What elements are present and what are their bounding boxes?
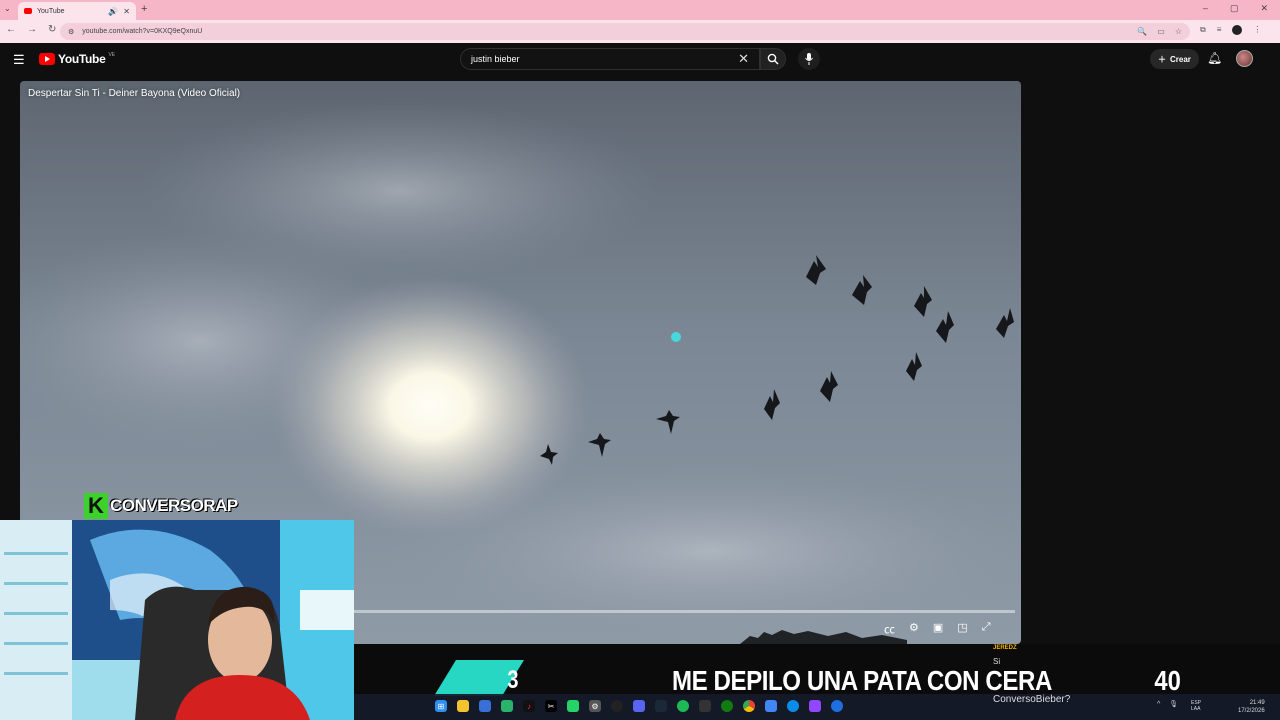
twitch-icon[interactable] [809,700,821,712]
microphone-tray-icon[interactable]: 🎙︎ [1169,700,1178,708]
country-code: VE [108,52,116,58]
app-icon[interactable] [831,700,843,712]
new-tab-button[interactable]: + [141,3,147,15]
window-controls: – ▢ ✕ [1203,3,1268,14]
youtube-favicon-icon [24,8,32,14]
hamburger-menu-icon[interactable]: ☰ [13,52,25,68]
video-title: Despertar Sin Ti - Deiner Bayona (Video … [28,88,241,99]
video-controls: ㏄ ⚙ ▣ ◳ ⤢ [884,621,991,637]
tray-chevron-icon[interactable]: ^ [1157,701,1160,708]
tab-title: YouTube [37,7,65,15]
chrome-icon[interactable] [743,700,755,712]
bookmark-star-icon[interactable]: ☆ [1175,27,1182,36]
nav-buttons: ← → ↻ [6,24,56,35]
settings-gear-icon[interactable]: ⚙ [909,621,919,637]
webcam-feed [0,520,354,720]
whatsapp-icon[interactable] [567,700,579,712]
address-bar[interactable]: ⚙ youtube.com/watch?v=0KXQ9eQxnuU 🔍 ▭ ☆ [60,23,1190,40]
microphone-icon [805,53,813,65]
notes-icon[interactable] [501,700,513,712]
brand-name: CONVERSORAP [110,496,238,515]
tab-search-icon[interactable]: ⌄ [4,4,11,13]
subtitles-icon[interactable]: ㏄ [884,621,895,637]
fullscreen-icon[interactable]: ⤢ [982,621,991,637]
taskbar-clock[interactable]: 21:49 17/2/2026 [1238,699,1265,715]
search-button[interactable] [760,48,786,70]
ticker-counter: 40 [1154,665,1181,696]
streamer-brand-logo: K CONVERSORAP [84,493,238,519]
minimize-button[interactable]: – [1203,3,1208,14]
close-window-button[interactable]: ✕ [1260,3,1268,14]
docs-icon[interactable] [765,700,777,712]
browser-tab-bar [0,0,1280,20]
capcut-icon[interactable]: ✂ [545,700,557,712]
webcam-image [0,520,354,720]
create-button[interactable]: ＋ Crear [1150,49,1199,69]
terminal-icon[interactable] [699,700,711,712]
maximize-button[interactable]: ▢ [1230,3,1239,14]
search-icon [767,53,779,65]
video-progress-bar[interactable] [353,610,1015,613]
language-indicator[interactable]: ESP LAA [1191,700,1201,712]
xbox-icon[interactable] [721,700,733,712]
chat-question: ConversoBieber? [993,694,1071,705]
tiktok-icon[interactable]: ♪ [523,700,535,712]
menu-kebab-icon[interactable]: ⋮ [1253,25,1261,35]
cast-icon[interactable]: ▭ [1157,27,1165,36]
voice-search-button[interactable] [798,48,820,70]
search-query[interactable]: justin bieber [471,54,738,64]
language-sub: LAA [1191,706,1201,712]
settings-icon[interactable]: ⚙ [589,700,601,712]
ticker-message: ME DEPILO UNA PATA CON CERA [672,665,1052,696]
extensions-icon[interactable]: ⧉ [1200,25,1206,35]
steam-icon[interactable] [655,700,667,712]
chat-username: JEREDZ [993,645,1017,651]
back-icon[interactable]: ← [6,24,16,35]
edge-icon[interactable] [787,700,799,712]
spotify-icon[interactable] [677,700,689,712]
create-label: Crear [1170,54,1191,64]
miniplayer-icon[interactable]: ▣ [933,621,943,637]
chat-message: Si [993,657,1001,666]
taskbar-apps: ⊞ ♪ ✂ ⚙ [435,700,843,712]
browser-extension-icons: ⧉ ≡ ⋮ [1200,25,1261,35]
forward-icon[interactable]: → [27,24,37,35]
brand-k-mark: K [84,493,108,519]
site-info-icon[interactable]: ⚙ [68,28,74,36]
close-tab-icon[interactable]: ✕ [123,7,130,16]
search-input[interactable]: justin bieber ✕ [460,48,760,70]
url-text[interactable]: youtube.com/watch?v=0KXQ9eQxnuU [82,28,1129,35]
youtube-wordmark: YouTube [58,52,106,66]
file-explorer-icon[interactable] [457,700,469,712]
reload-icon[interactable]: ↻ [48,24,56,35]
windows-start-icon[interactable]: ⊞ [435,700,447,712]
clear-search-icon[interactable]: ✕ [738,51,749,67]
clock-time: 21:49 [1249,700,1265,706]
clock-date: 17/2/2026 [1238,708,1265,714]
discord-icon[interactable] [633,700,645,712]
profile-icon[interactable] [1232,25,1243,35]
youtube-play-icon [39,53,55,65]
cursor-highlight [671,332,681,342]
notifications-bell-icon[interactable]: 🔔︎ [1207,51,1222,65]
cast-icon[interactable]: ◳ [957,621,967,637]
obs-icon[interactable] [611,700,623,712]
media-icon[interactable]: ≡ [1217,25,1222,35]
shield-icon[interactable] [479,700,491,712]
plus-icon: ＋ [1158,54,1166,64]
youtube-logo[interactable]: YouTube VE [39,52,115,66]
ticker-number: 3 [507,666,519,694]
account-avatar[interactable] [1236,50,1253,67]
browser-tab-youtube[interactable]: YouTube 🔊 ✕ [18,2,136,20]
system-tray: ^ 🎙︎ [1157,700,1178,709]
zoom-icon[interactable]: 🔍 [1137,27,1147,36]
speaker-icon[interactable]: 🔊 [108,7,118,16]
